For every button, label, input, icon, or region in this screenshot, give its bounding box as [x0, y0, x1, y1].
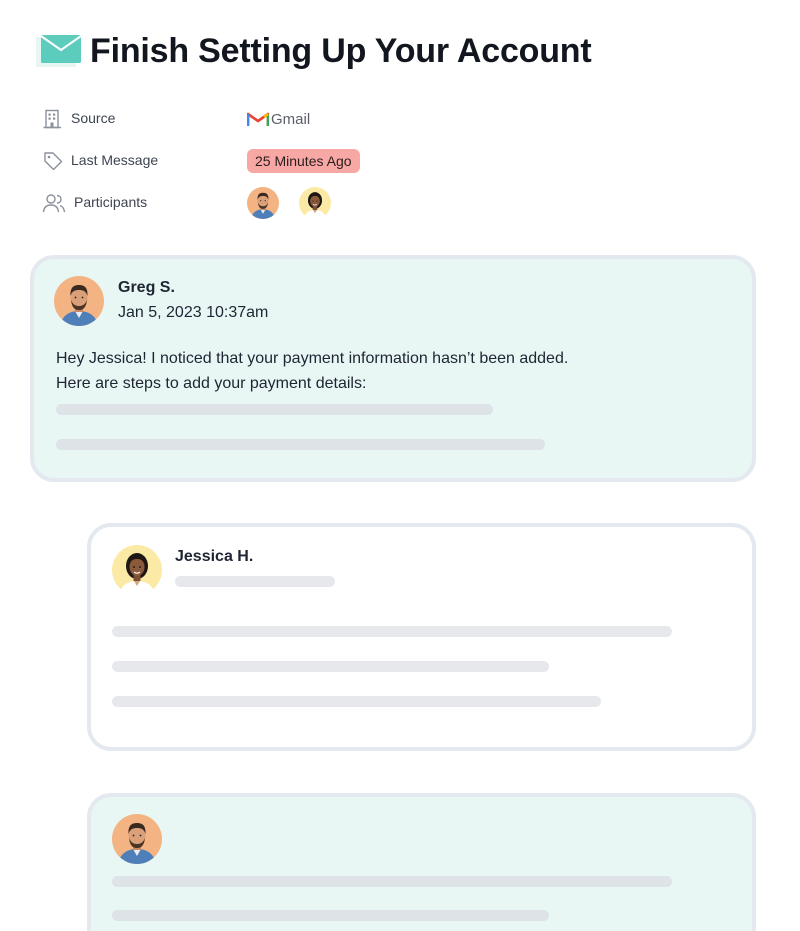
avatar-greg[interactable] [247, 187, 279, 219]
last-message-label: Last Message [71, 152, 159, 168]
placeholder-line [112, 696, 601, 707]
avatar-jessica[interactable] [299, 187, 331, 219]
placeholder-line [56, 404, 493, 415]
avatar [112, 814, 162, 864]
message-line: Hey Jessica! I noticed that your payment… [56, 350, 569, 367]
gmail-source: Gmail [247, 104, 310, 134]
gmail-logo-icon [247, 112, 269, 126]
page-title: Finish Setting Up Your Account [90, 32, 592, 70]
placeholder-line [112, 910, 549, 921]
placeholder-line [112, 626, 672, 637]
meta-row-participants: Participants [42, 188, 402, 230]
mail-icon [36, 34, 82, 67]
placeholder-line [56, 439, 545, 450]
avatar [112, 545, 162, 595]
message-card[interactable] [87, 793, 756, 931]
meta-row-last-message: Last Message 25 Minutes Ago [42, 146, 402, 188]
message-line: Here are steps to add your payment detai… [56, 375, 367, 392]
participant-avatars [247, 188, 331, 218]
placeholder-line [112, 661, 549, 672]
message-date: Jan 5, 2023 10:37am [118, 304, 269, 321]
last-message-badge: 25 Minutes Ago [247, 149, 360, 173]
page-header: Finish Setting Up Your Account [36, 32, 592, 71]
tag-icon [44, 152, 63, 171]
meta-row-source: Source Gmail [42, 104, 402, 146]
avatar [54, 276, 104, 326]
message-author: Greg S. [118, 279, 175, 296]
participants-label: Participants [74, 194, 148, 210]
building-icon [43, 109, 61, 129]
message-card[interactable]: Greg S. Jan 5, 2023 10:37am Hey Jessica!… [30, 255, 756, 482]
source-value: Gmail [271, 110, 311, 128]
meta-panel: Source Gmail Last Message 25 Minutes Ago [42, 104, 402, 230]
users-icon [42, 194, 66, 213]
message-author: Jessica H. [175, 548, 254, 565]
conversation-page: Finish Setting Up Your Account Source Gm… [0, 0, 800, 931]
placeholder-line [112, 876, 672, 887]
source-label: Source [71, 110, 116, 126]
message-card[interactable]: Jessica H. [87, 523, 756, 751]
placeholder-line [175, 576, 335, 587]
